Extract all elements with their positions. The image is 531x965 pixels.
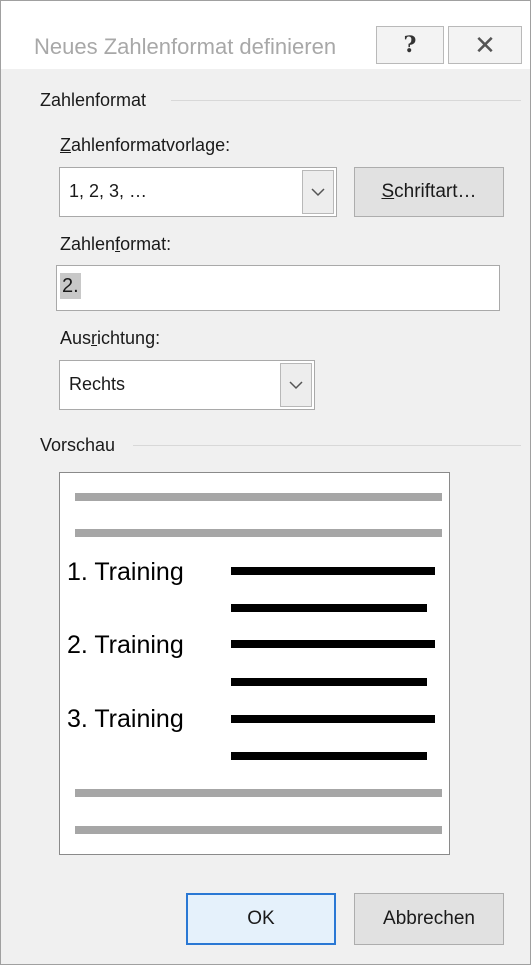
ausrichtung-value: Rechts [69,374,126,394]
preview-text-line [231,567,435,575]
ausrichtung-dropdown[interactable]: Rechts [59,360,315,410]
preview-entry: 2. Training [67,631,184,659]
close-button[interactable]: ✕ [448,26,522,64]
group-label-zahlenformat: Zahlenformat [40,90,147,110]
preview-text-line [231,752,427,760]
zahlenformatvorlage-dropdown[interactable]: 1, 2, 3, … [59,167,337,217]
label-zahlenformatvorlage: Zahlenformatvorlage: [60,135,231,155]
group-label-vorschau: Vorschau [40,435,116,455]
title-bar: Neues Zahlenformat definieren ? ✕ [1,1,530,69]
preview-placeholder-line [75,529,442,537]
zahlenformat-value: 2. [60,273,81,299]
schriftart-button[interactable]: Schriftart… [354,167,504,217]
preview-text-line [231,604,427,612]
zahlenformat-input[interactable]: 2. [56,265,500,311]
preview-text-line [231,640,435,648]
preview-placeholder-line [75,826,442,834]
label-ausrichtung: Ausrichtung: [60,328,161,348]
preview-placeholder-line [75,789,442,797]
preview-placeholder-line [75,493,442,501]
chevron-down-icon[interactable] [280,363,312,407]
dialog-window: Neues Zahlenformat definieren ? ✕ Zahlen… [0,0,531,965]
cancel-button[interactable]: Abbrechen [354,893,504,945]
preview-entry: 3. Training [67,705,184,733]
question-mark-icon: ? [403,32,417,58]
group-divider [133,445,521,446]
dialog-title: Neues Zahlenformat definieren [34,34,337,59]
preview-text-line [231,715,435,723]
preview-box: 1. Training 2. Training 3. Training [59,472,450,855]
group-divider [171,100,521,101]
close-icon: ✕ [474,29,496,60]
preview-text-line [231,678,427,686]
chevron-down-icon[interactable] [302,170,334,214]
help-button[interactable]: ? [376,26,444,64]
preview-entry: 1. Training [67,558,184,586]
zahlenformatvorlage-value: 1, 2, 3, … [69,181,148,201]
ok-button[interactable]: OK [186,893,336,945]
label-zahlenformat: Zahlenformat: [60,234,172,254]
